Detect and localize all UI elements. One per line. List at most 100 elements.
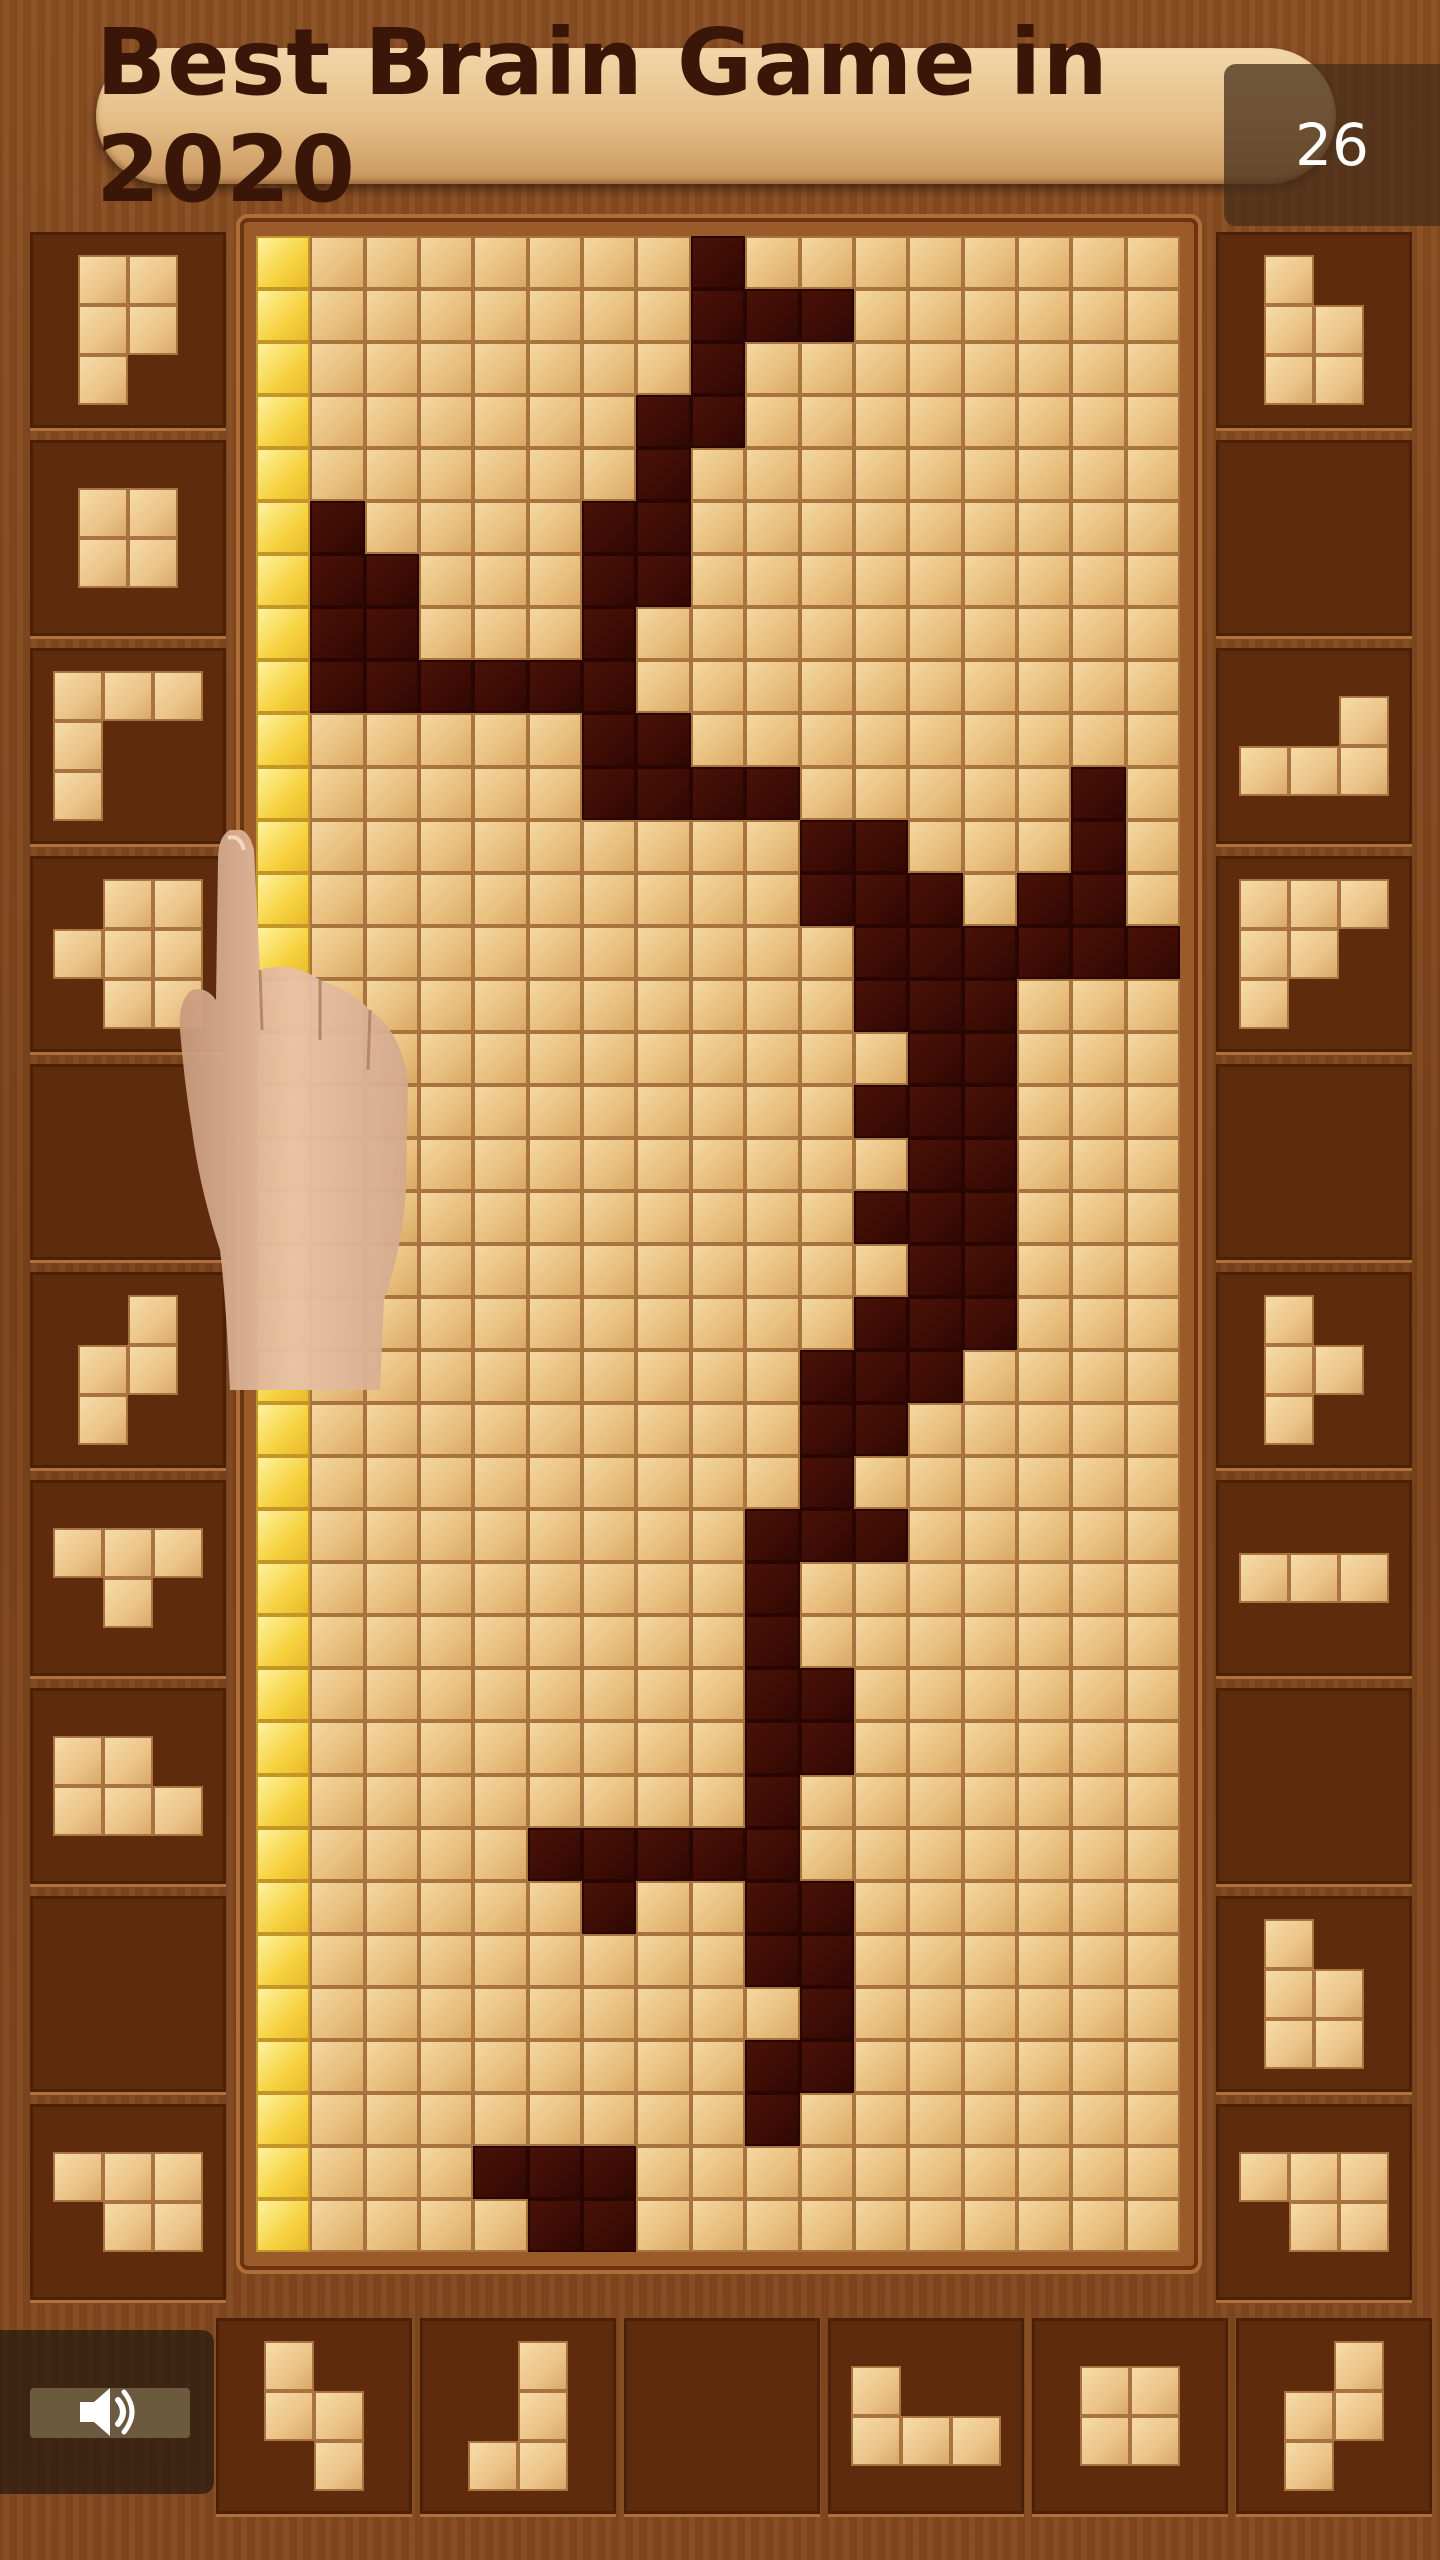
empty-cell[interactable] — [582, 1297, 637, 1351]
empty-cell[interactable] — [853, 607, 909, 661]
empty-cell[interactable] — [582, 1456, 637, 1510]
sound-button[interactable] — [0, 2330, 214, 2494]
filled-cell[interactable] — [962, 1137, 1017, 1191]
empty-cell[interactable] — [364, 766, 420, 820]
highlight-cell[interactable] — [256, 2198, 311, 2252]
filled-cell[interactable] — [690, 395, 746, 449]
empty-cell[interactable] — [1125, 1031, 1180, 1085]
empty-cell[interactable] — [745, 1297, 800, 1351]
empty-cell[interactable] — [473, 1509, 528, 1563]
empty-cell[interactable] — [745, 1244, 800, 1298]
empty-cell[interactable] — [310, 1933, 365, 1987]
empty-cell[interactable] — [1071, 1031, 1126, 1085]
left-tray-slot[interactable] — [30, 2104, 226, 2300]
highlight-cell[interactable] — [256, 2145, 311, 2199]
empty-cell[interactable] — [799, 766, 854, 820]
piece-t[interactable] — [53, 1528, 203, 1628]
highlight-cell[interactable] — [256, 448, 311, 502]
filled-cell[interactable] — [853, 1190, 909, 1244]
empty-cell[interactable] — [745, 1084, 800, 1138]
empty-cell[interactable] — [962, 2092, 1017, 2146]
empty-cell[interactable] — [853, 2092, 909, 2146]
empty-cell[interactable] — [1125, 660, 1180, 714]
empty-cell[interactable] — [1125, 1827, 1180, 1881]
empty-cell[interactable] — [1016, 1350, 1072, 1404]
empty-cell[interactable] — [582, 1190, 637, 1244]
empty-cell[interactable] — [1125, 1190, 1180, 1244]
empty-cell[interactable] — [1125, 1933, 1180, 1987]
empty-cell[interactable] — [1071, 1986, 1126, 2040]
filled-cell[interactable] — [962, 1031, 1017, 1085]
empty-cell[interactable] — [636, 2198, 691, 2252]
filled-cell[interactable] — [527, 1827, 583, 1881]
empty-cell[interactable] — [527, 1509, 583, 1563]
empty-cell[interactable] — [853, 1244, 909, 1298]
empty-cell[interactable] — [962, 1986, 1017, 2040]
right-tray-slot[interactable] — [1216, 1064, 1412, 1260]
empty-cell[interactable] — [1071, 713, 1126, 767]
empty-cell[interactable] — [310, 448, 365, 502]
empty-cell[interactable] — [310, 1880, 365, 1934]
empty-cell[interactable] — [473, 1562, 528, 1616]
empty-cell[interactable] — [745, 660, 800, 714]
empty-cell[interactable] — [1125, 1084, 1180, 1138]
empty-cell[interactable] — [527, 2039, 583, 2093]
empty-cell[interactable] — [745, 342, 800, 396]
empty-cell[interactable] — [745, 1190, 800, 1244]
filled-cell[interactable] — [908, 1297, 963, 1351]
empty-cell[interactable] — [310, 2145, 365, 2199]
empty-cell[interactable] — [419, 1615, 474, 1669]
empty-cell[interactable] — [636, 2145, 691, 2199]
empty-cell[interactable] — [364, 1668, 420, 1722]
empty-cell[interactable] — [473, 1137, 528, 1191]
empty-cell[interactable] — [799, 607, 854, 661]
empty-cell[interactable] — [745, 1456, 800, 1510]
empty-cell[interactable] — [908, 713, 963, 767]
empty-cell[interactable] — [853, 1933, 909, 1987]
empty-cell[interactable] — [364, 2145, 420, 2199]
piece-p[interactable] — [1264, 1919, 1364, 2069]
filled-cell[interactable] — [799, 1509, 854, 1563]
empty-cell[interactable] — [799, 2198, 854, 2252]
empty-cell[interactable] — [690, 713, 746, 767]
right-tray-slot[interactable] — [1216, 1688, 1412, 1884]
empty-cell[interactable] — [908, 1456, 963, 1510]
empty-cell[interactable] — [1016, 1456, 1072, 1510]
empty-cell[interactable] — [1125, 554, 1180, 608]
empty-cell[interactable] — [745, 978, 800, 1032]
empty-cell[interactable] — [962, 607, 1017, 661]
empty-cell[interactable] — [1125, 978, 1180, 1032]
empty-cell[interactable] — [364, 2092, 420, 2146]
empty-cell[interactable] — [527, 1668, 583, 1722]
empty-cell[interactable] — [908, 1827, 963, 1881]
empty-cell[interactable] — [1071, 395, 1126, 449]
empty-cell[interactable] — [908, 1403, 963, 1457]
empty-cell[interactable] — [473, 1350, 528, 1404]
empty-cell[interactable] — [745, 1986, 800, 2040]
empty-cell[interactable] — [1071, 1880, 1126, 1934]
empty-cell[interactable] — [419, 448, 474, 502]
empty-cell[interactable] — [962, 236, 1017, 290]
empty-cell[interactable] — [527, 1562, 583, 1616]
filled-cell[interactable] — [636, 1827, 691, 1881]
empty-cell[interactable] — [419, 395, 474, 449]
empty-cell[interactable] — [310, 1562, 365, 1616]
empty-cell[interactable] — [1071, 1721, 1126, 1775]
empty-cell[interactable] — [527, 448, 583, 502]
empty-cell[interactable] — [690, 1244, 746, 1298]
filled-cell[interactable] — [853, 978, 909, 1032]
filled-cell[interactable] — [745, 2039, 800, 2093]
empty-cell[interactable] — [799, 1827, 854, 1881]
empty-cell[interactable] — [1016, 766, 1072, 820]
empty-cell[interactable] — [1125, 1774, 1180, 1828]
empty-cell[interactable] — [908, 1615, 963, 1669]
empty-cell[interactable] — [1071, 1137, 1126, 1191]
empty-cell[interactable] — [636, 1456, 691, 1510]
empty-cell[interactable] — [1125, 1137, 1180, 1191]
empty-cell[interactable] — [908, 2145, 963, 2199]
empty-cell[interactable] — [473, 1031, 528, 1085]
filled-cell[interactable] — [745, 1827, 800, 1881]
piece-z-wide[interactable] — [53, 2152, 203, 2252]
filled-cell[interactable] — [745, 1668, 800, 1722]
empty-cell[interactable] — [1071, 236, 1126, 290]
